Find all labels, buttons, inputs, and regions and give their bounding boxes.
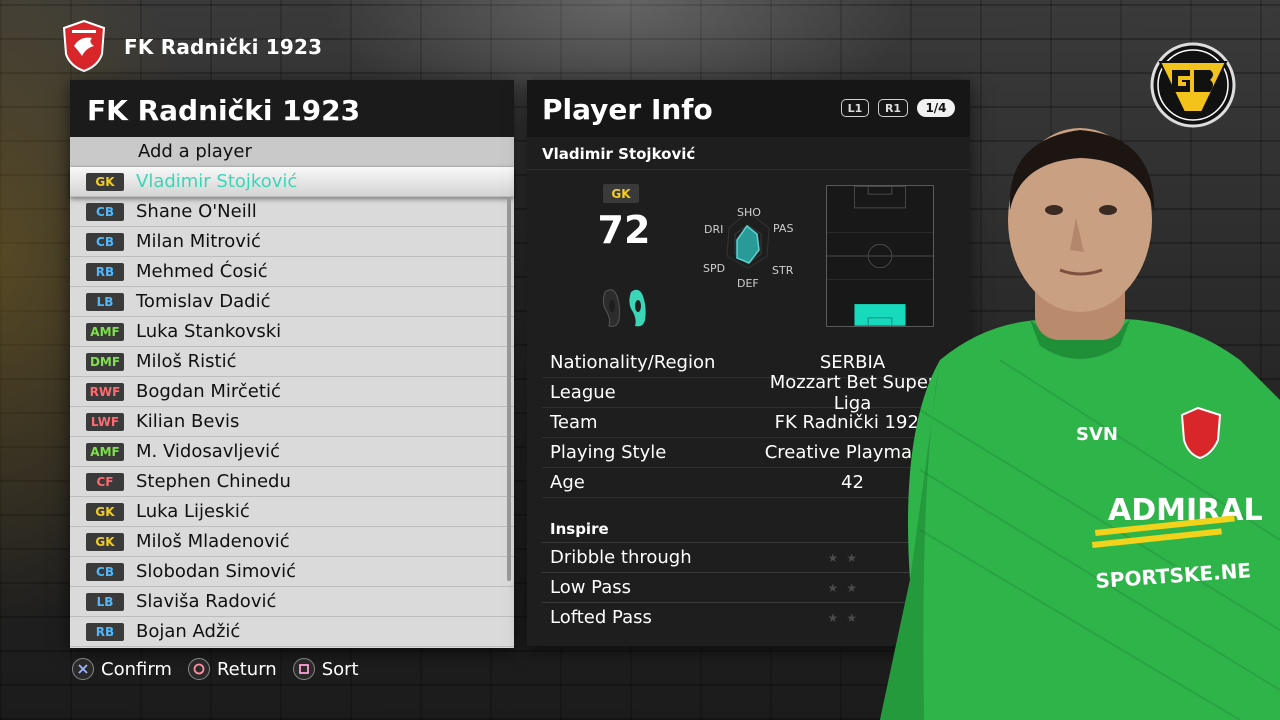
- position-badge: AMF: [86, 322, 124, 341]
- radar-label-str: STR: [772, 264, 794, 277]
- player-name: Slaviša Radović: [136, 591, 277, 612]
- inspire-label: Dribble through: [550, 547, 692, 568]
- player-row[interactable]: AMF M. Vidosavljević: [70, 437, 514, 467]
- header-team-name: FK Radnički 1923: [124, 35, 323, 59]
- squad-title: FK Radnički 1923: [70, 80, 514, 137]
- sort-control[interactable]: Sort: [292, 658, 359, 680]
- squad-scrollbar[interactable]: [507, 197, 511, 581]
- inspire-label: Low Pass: [550, 577, 631, 598]
- confirm-label: Confirm: [101, 658, 172, 680]
- ability-radar: SHO PAS STR DEF SPD DRI: [697, 206, 817, 304]
- player-row[interactable]: LWF Kilian Bevis: [70, 407, 514, 437]
- radar-label-sho: SHO: [737, 206, 761, 219]
- position-badge: GK: [86, 532, 124, 551]
- position-badge: RB: [86, 262, 124, 281]
- player-row[interactable]: GK Luka Lijeskić: [70, 497, 514, 527]
- attribute-key: Age: [550, 472, 585, 493]
- position-badge: GK: [603, 184, 639, 203]
- player-name: Mehmed Ćosić: [136, 261, 268, 282]
- l1-button[interactable]: L1: [841, 99, 869, 117]
- player-name: Kilian Bevis: [136, 411, 240, 432]
- squad-list: Add a player GK Vladimir Stojković CB Shane…: [70, 137, 514, 647]
- player-name: M. Vidosavljević: [136, 441, 281, 462]
- player-name: Miloš Ristić: [136, 351, 237, 372]
- player-row[interactable]: RB Bojan Adžić: [70, 617, 514, 647]
- position-badge: RB: [86, 622, 124, 641]
- attribute-key: League: [550, 382, 616, 403]
- player-name: Milan Mitrović: [136, 231, 261, 252]
- player-row[interactable]: CF Stephen Chinedu: [70, 467, 514, 497]
- attribute-key: Playing Style: [550, 442, 667, 463]
- player-name: Stephen Chinedu: [136, 471, 291, 492]
- position-badge: LWF: [86, 412, 124, 431]
- player-name: Miloš Mladenović: [136, 531, 290, 552]
- player-row[interactable]: RWF Bogdan Mirčetić: [70, 377, 514, 407]
- attribute-key: Team: [550, 412, 598, 433]
- player-row[interactable]: CB Slobodan Simović: [70, 557, 514, 587]
- radar-label-def: DEF: [737, 277, 759, 290]
- player-row[interactable]: RB Mehmed Ćosić: [70, 257, 514, 287]
- radar-label-spd: SPD: [703, 262, 726, 275]
- position-badge: LB: [86, 292, 124, 311]
- add-player-button[interactable]: Add a player: [70, 137, 514, 167]
- club-crest-icon: [62, 20, 106, 72]
- player-row[interactable]: CB Shane O'Neill: [70, 197, 514, 227]
- player-row[interactable]: GK Miloš Mladenović: [70, 527, 514, 557]
- inspire-heading: Inspire: [550, 520, 609, 538]
- squad-panel: FK Radnički 1923 Add a player GK Vladimir…: [70, 80, 514, 648]
- player-name: Luka Lijeskić: [136, 501, 250, 522]
- overall-rating: 72: [597, 208, 651, 252]
- player-row[interactable]: CB Milan Mitrović: [70, 227, 514, 257]
- circle-button-icon: [187, 658, 210, 680]
- player-name: Luka Stankovski: [136, 321, 282, 342]
- player-row[interactable]: AMF Luka Stankovski: [70, 317, 514, 347]
- player-name: Tomislav Dadić: [136, 291, 271, 312]
- svg-text:SVN: SVN: [1076, 424, 1118, 445]
- attribute-key: Nationality/Region: [550, 352, 716, 373]
- player-portrait: SVN ADMIRAL SPORTSKE.NE: [880, 128, 1280, 720]
- position-badge: CB: [86, 562, 124, 581]
- add-player-label: Add a player: [138, 141, 252, 162]
- return-control[interactable]: Return: [187, 658, 277, 680]
- preferred-foot-icon: [602, 289, 646, 327]
- player-name: Shane O'Neill: [136, 201, 257, 222]
- position-badge: CB: [86, 232, 124, 251]
- position-badge: CF: [86, 472, 124, 491]
- inspire-label: Lofted Pass: [550, 607, 652, 628]
- player-name: Vladimir Stojković: [542, 145, 696, 163]
- position-badge: GK: [86, 502, 124, 521]
- player-name: Slobodan Simović: [136, 561, 296, 582]
- square-button-icon: [292, 658, 315, 680]
- radar-label-dri: DRI: [704, 223, 724, 236]
- position-badge: AMF: [86, 442, 124, 461]
- player-row[interactable]: LB Slaviša Radović: [70, 587, 514, 617]
- player-name: Vladimir Stojković: [136, 171, 298, 192]
- player-name: Bojan Adžić: [136, 621, 241, 642]
- position-badge: RWF: [86, 382, 124, 401]
- player-info-title: Player Info: [542, 93, 713, 126]
- player-row[interactable]: GK Vladimir Stojković: [70, 167, 514, 197]
- radar-label-pas: PAS: [773, 222, 794, 235]
- player-row[interactable]: LB Tomislav Dadić: [70, 287, 514, 317]
- cross-button-icon: [72, 658, 94, 680]
- sort-label: Sort: [321, 658, 359, 680]
- player-name: Bogdan Mirčetić: [136, 381, 281, 402]
- footer-controls: Confirm Return Sort: [72, 658, 363, 680]
- return-label: Return: [216, 658, 277, 680]
- position-badge: CB: [86, 202, 124, 221]
- confirm-control[interactable]: Confirm: [72, 658, 172, 680]
- position-badge: DMF: [86, 352, 124, 371]
- player-row[interactable]: DMF Miloš Ristić: [70, 347, 514, 377]
- position-badge: LB: [86, 592, 124, 611]
- position-badge: GK: [86, 172, 124, 191]
